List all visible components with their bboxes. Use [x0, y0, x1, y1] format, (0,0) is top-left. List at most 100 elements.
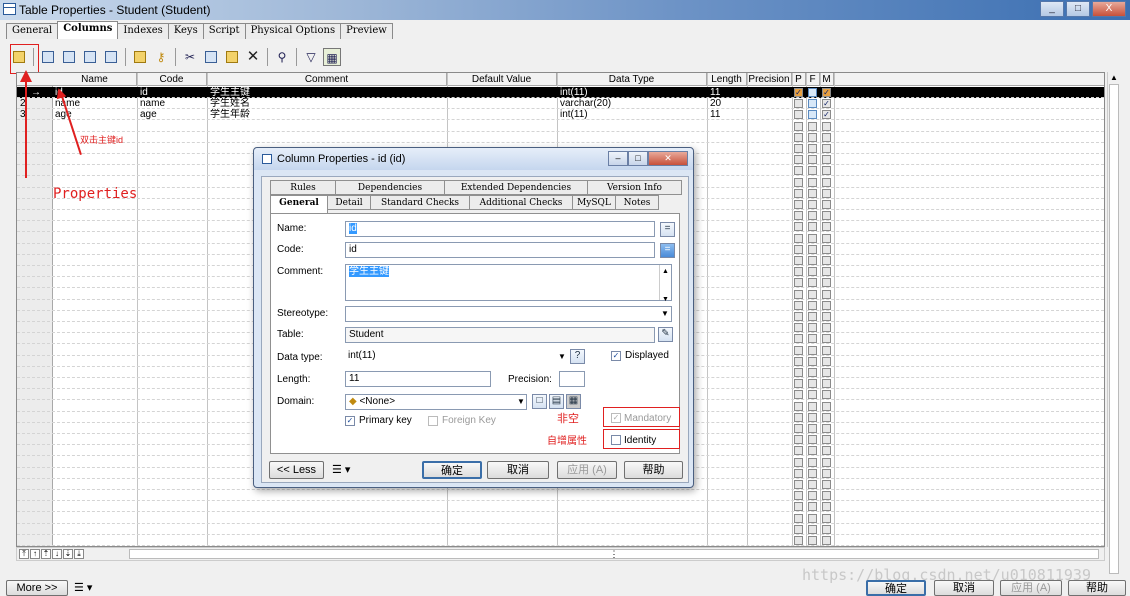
- tab-script[interactable]: Script: [202, 23, 246, 39]
- scroll-thumb[interactable]: [1109, 84, 1119, 574]
- checkbox-m[interactable]: [822, 155, 831, 165]
- checkbox-m[interactable]: [822, 166, 831, 176]
- cell-code[interactable]: age: [140, 109, 205, 120]
- checkbox-p[interactable]: [794, 177, 803, 187]
- checkbox-m[interactable]: [822, 233, 831, 243]
- checkbox-f[interactable]: [808, 300, 817, 310]
- cell-default[interactable]: [450, 87, 555, 98]
- checkbox-p[interactable]: [794, 121, 803, 131]
- less-button[interactable]: << Less: [269, 461, 324, 479]
- customize-columns-icon[interactable]: ▦: [323, 48, 341, 66]
- checkbox-p[interactable]: [794, 345, 803, 355]
- header-data-type[interactable]: Data Type: [557, 73, 707, 86]
- checkbox-m[interactable]: [822, 446, 831, 456]
- checkbox-p[interactable]: [794, 457, 803, 467]
- code-field[interactable]: id: [345, 242, 655, 258]
- ok-button[interactable]: 确定: [422, 461, 482, 479]
- cell-default[interactable]: [450, 98, 555, 109]
- checkbox-p[interactable]: [794, 300, 803, 310]
- header-p[interactable]: P: [792, 73, 806, 86]
- tab-mysql[interactable]: MySQL: [572, 195, 616, 210]
- close-button[interactable]: X: [1092, 1, 1126, 17]
- checkbox-f[interactable]: [808, 88, 817, 97]
- table-row[interactable]: 2 name name 学生姓名 varchar(20) 20: [17, 98, 1104, 109]
- checkbox-f[interactable]: [808, 502, 817, 512]
- checkbox-p[interactable]: [794, 491, 803, 501]
- tab-general[interactable]: General: [6, 23, 59, 39]
- header-m[interactable]: M: [820, 73, 834, 86]
- checkbox-m[interactable]: [822, 244, 831, 254]
- checkbox-m[interactable]: [822, 435, 831, 445]
- empty-row[interactable]: [17, 513, 1104, 524]
- checkbox-p[interactable]: [794, 513, 803, 523]
- copy-icon[interactable]: [202, 48, 220, 66]
- find-icon[interactable]: ⚲: [273, 48, 291, 66]
- checkbox-p[interactable]: [794, 278, 803, 288]
- header-comment[interactable]: Comment: [207, 73, 447, 86]
- checkbox-m[interactable]: [822, 312, 831, 321]
- checkbox-f[interactable]: [808, 491, 817, 501]
- checkbox-f[interactable]: [808, 155, 817, 165]
- cell-precision[interactable]: [750, 87, 790, 98]
- header-f[interactable]: F: [806, 73, 820, 86]
- checkbox-m[interactable]: [822, 177, 831, 187]
- select-domain-icon[interactable]: ▤: [549, 394, 564, 409]
- checkbox-p[interactable]: [794, 468, 803, 478]
- datatype-select[interactable]: int(11): [345, 349, 567, 365]
- move-top-icon[interactable]: ⤒: [19, 549, 29, 559]
- reuse-columns-icon[interactable]: [102, 48, 120, 66]
- checkbox-f[interactable]: [808, 368, 817, 377]
- primary-key-checkbox[interactable]: ✓: [345, 416, 355, 426]
- checkbox-m[interactable]: [822, 457, 831, 467]
- checkbox-f[interactable]: [808, 390, 817, 400]
- header-default-value[interactable]: Default Value: [447, 73, 557, 86]
- checkbox-m[interactable]: [822, 536, 831, 545]
- checkbox-f[interactable]: [808, 536, 817, 545]
- header-code[interactable]: Code: [137, 73, 207, 86]
- checkbox-m[interactable]: [822, 289, 831, 299]
- checkbox-f[interactable]: [808, 312, 817, 321]
- checkbox-f[interactable]: [808, 244, 817, 254]
- cell-length[interactable]: 11: [710, 109, 745, 120]
- checkbox-p[interactable]: [794, 334, 803, 344]
- checkbox-f[interactable]: [808, 480, 817, 489]
- checkbox-p[interactable]: [794, 390, 803, 400]
- checkbox-p[interactable]: [794, 188, 803, 198]
- checkbox-f[interactable]: [808, 233, 817, 243]
- checkbox-f[interactable]: [808, 524, 817, 534]
- checkbox-p[interactable]: [794, 480, 803, 489]
- checkbox-m[interactable]: [822, 278, 831, 288]
- minimize-button[interactable]: _: [1040, 1, 1064, 17]
- move-up-icon[interactable]: ↑: [30, 549, 40, 559]
- checkbox-m[interactable]: [822, 424, 831, 433]
- checkbox-f[interactable]: [808, 323, 817, 333]
- checkbox-m[interactable]: [822, 491, 831, 501]
- mandatory-checkbox[interactable]: ✓: [611, 413, 621, 423]
- checkbox-f[interactable]: [808, 267, 817, 277]
- empty-row[interactable]: [17, 490, 1104, 502]
- checkbox-m[interactable]: [822, 345, 831, 355]
- tab-rules[interactable]: Rules: [270, 180, 336, 195]
- paste-icon[interactable]: [223, 48, 241, 66]
- scroll-up-icon[interactable]: ▲: [1110, 73, 1118, 82]
- checkbox-p[interactable]: [794, 110, 803, 120]
- checkbox-p[interactable]: [794, 412, 803, 422]
- menu-icon[interactable]: ☰ ▾: [74, 581, 92, 594]
- help-button[interactable]: 帮助: [1068, 580, 1126, 596]
- dialog-minimize-button[interactable]: –: [608, 151, 628, 166]
- chevron-down-icon[interactable]: ▼: [558, 352, 566, 361]
- checkbox-p[interactable]: ✓: [794, 88, 803, 97]
- checkbox-m[interactable]: [822, 323, 831, 333]
- checkbox-m[interactable]: [822, 379, 831, 389]
- checkbox-p[interactable]: [794, 166, 803, 176]
- cell-comment[interactable]: 学生年龄: [210, 109, 445, 120]
- help-icon[interactable]: ?: [570, 349, 585, 364]
- checkbox-p[interactable]: [794, 446, 803, 456]
- checkbox-p[interactable]: [794, 267, 803, 277]
- checkbox-p[interactable]: [794, 379, 803, 389]
- checkbox-p[interactable]: [794, 502, 803, 512]
- table-properties-icon[interactable]: ✎: [658, 327, 673, 342]
- insert-row-icon[interactable]: [60, 48, 78, 66]
- checkbox-f[interactable]: [808, 222, 817, 232]
- checkbox-f[interactable]: [808, 121, 817, 131]
